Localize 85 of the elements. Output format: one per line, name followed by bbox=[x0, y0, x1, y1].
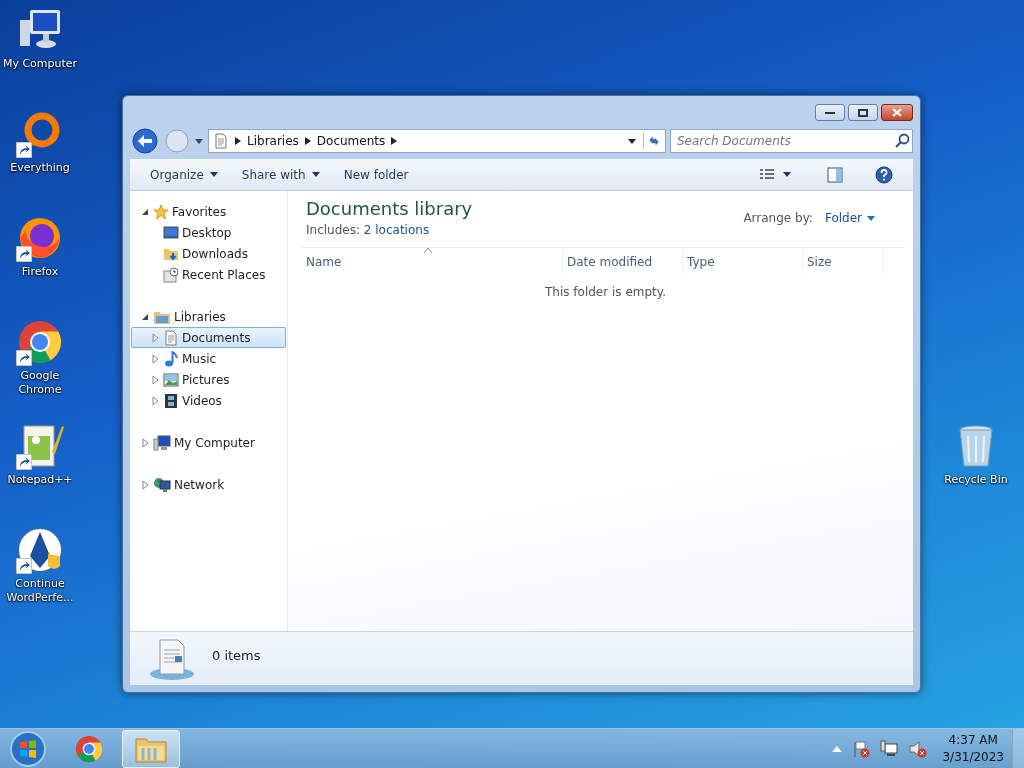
star-icon bbox=[153, 203, 169, 220]
clock-time[interactable]: 4:37 AM bbox=[942, 731, 1004, 749]
chrome-icon bbox=[74, 733, 104, 764]
network-error-icon[interactable] bbox=[880, 739, 899, 758]
expand-arrow-icon[interactable] bbox=[150, 353, 160, 364]
breadcrumb-arrow-icon[interactable] bbox=[391, 137, 398, 145]
breadcrumb-arrow-icon[interactable] bbox=[304, 137, 311, 145]
tree-item[interactable]: Downloads bbox=[131, 243, 286, 264]
shortcut-arrow-icon bbox=[16, 245, 32, 262]
search-field[interactable]: Search Documents bbox=[670, 129, 913, 153]
tree-item[interactable]: My Computer bbox=[131, 432, 286, 453]
back-button[interactable] bbox=[130, 127, 160, 155]
icon-label[interactable]: Continue WordPerfe... bbox=[0, 577, 80, 605]
expand-arrow-icon[interactable] bbox=[150, 332, 160, 343]
shortcut-arrow-icon bbox=[16, 349, 32, 366]
address-dropdown-icon[interactable] bbox=[627, 137, 637, 145]
desktop-icon bbox=[163, 224, 179, 241]
expand-arrow-icon[interactable] bbox=[150, 374, 160, 385]
empty-message: This folder is empty. bbox=[544, 284, 667, 301]
address-bar[interactable]: Libraries Documents bbox=[208, 129, 666, 153]
minimize-button[interactable] bbox=[815, 104, 845, 121]
tree-item[interactable]: Libraries bbox=[131, 306, 286, 327]
close-button[interactable] bbox=[881, 104, 913, 121]
start-button[interactable] bbox=[8, 728, 48, 768]
picture-icon bbox=[163, 371, 179, 388]
column-header[interactable]: Size bbox=[803, 248, 883, 275]
expand-arrow-icon[interactable] bbox=[150, 395, 160, 406]
shortcut-arrow-icon bbox=[16, 141, 32, 158]
search-icon[interactable] bbox=[894, 133, 912, 149]
selected-tree-item[interactable]: Documents bbox=[131, 327, 286, 348]
music-note-icon bbox=[163, 350, 179, 367]
breadcrumb-arrow-icon[interactable] bbox=[235, 137, 241, 145]
arrange-label: Arrange by: bbox=[743, 210, 813, 227]
refresh-icon[interactable] bbox=[643, 133, 661, 149]
shortcut-arrow-icon bbox=[16, 453, 32, 470]
breadcrumb-item[interactable]: Documents bbox=[316, 132, 386, 150]
help-icon[interactable] bbox=[875, 165, 893, 184]
film-strip-icon bbox=[163, 392, 179, 409]
tree-item[interactable]: Music bbox=[131, 348, 286, 369]
clock-date[interactable]: 3/31/2023 bbox=[942, 748, 1004, 766]
tree-item[interactable]: Recent Places bbox=[131, 264, 286, 285]
computer-icon bbox=[153, 434, 171, 451]
expand-arrow-icon[interactable] bbox=[140, 437, 150, 448]
maximize-icon bbox=[858, 108, 868, 117]
item-count: 0 items bbox=[212, 647, 261, 665]
icon-label[interactable]: Notepad++ bbox=[7, 473, 73, 487]
view-list-icon[interactable] bbox=[759, 167, 775, 182]
caret-icon bbox=[867, 216, 875, 221]
dropdown-arrow-icon[interactable] bbox=[194, 137, 204, 145]
caret-icon[interactable] bbox=[783, 172, 791, 177]
icon-label[interactable]: My Computer bbox=[2, 57, 78, 71]
breadcrumb-item[interactable]: Libraries bbox=[247, 132, 299, 150]
document-icon bbox=[163, 329, 179, 346]
column-header[interactable]: Date modified bbox=[563, 248, 683, 275]
library-title: Documents library bbox=[306, 197, 473, 221]
expand-arrow-icon[interactable] bbox=[140, 479, 150, 490]
speaker-muted-icon[interactable] bbox=[908, 739, 929, 758]
toolbar-button[interactable]: Organize bbox=[142, 162, 226, 187]
tree-item[interactable]: Network bbox=[131, 474, 286, 495]
document-icon bbox=[148, 638, 196, 682]
close-icon bbox=[892, 108, 902, 117]
recent-places-icon bbox=[163, 266, 179, 283]
document-icon bbox=[213, 133, 229, 149]
toolbar-button[interactable]: New folder bbox=[335, 162, 417, 187]
icon-label[interactable]: Recycle Bin bbox=[944, 473, 1008, 487]
icon-label[interactable]: Google Chrome bbox=[0, 369, 80, 397]
icon-label[interactable]: Everything bbox=[10, 161, 70, 175]
maximize-button[interactable] bbox=[848, 104, 878, 121]
tree-item[interactable]: Favorites bbox=[131, 201, 286, 222]
toolbar-button[interactable]: Share with bbox=[233, 162, 328, 187]
tree-item[interactable]: Pictures bbox=[131, 369, 286, 390]
column-header[interactable]: Name bbox=[302, 248, 563, 275]
caret-icon bbox=[311, 172, 320, 177]
arrange-dropdown[interactable]: Folder bbox=[824, 209, 875, 227]
icon-label[interactable]: Firefox bbox=[21, 265, 59, 279]
network-icon bbox=[153, 476, 171, 493]
preview-pane-icon[interactable] bbox=[827, 166, 843, 183]
locations-link[interactable]: 2 locations bbox=[363, 223, 430, 237]
tree-item[interactable]: Desktop bbox=[131, 222, 286, 243]
caret-icon bbox=[209, 172, 218, 177]
tree-item[interactable]: Videos bbox=[131, 390, 286, 411]
includes-label: Includes: bbox=[306, 223, 360, 237]
flag-error-icon[interactable] bbox=[852, 739, 871, 758]
column-header[interactable]: Type bbox=[683, 248, 803, 275]
search-input[interactable]: Search Documents bbox=[671, 132, 894, 150]
